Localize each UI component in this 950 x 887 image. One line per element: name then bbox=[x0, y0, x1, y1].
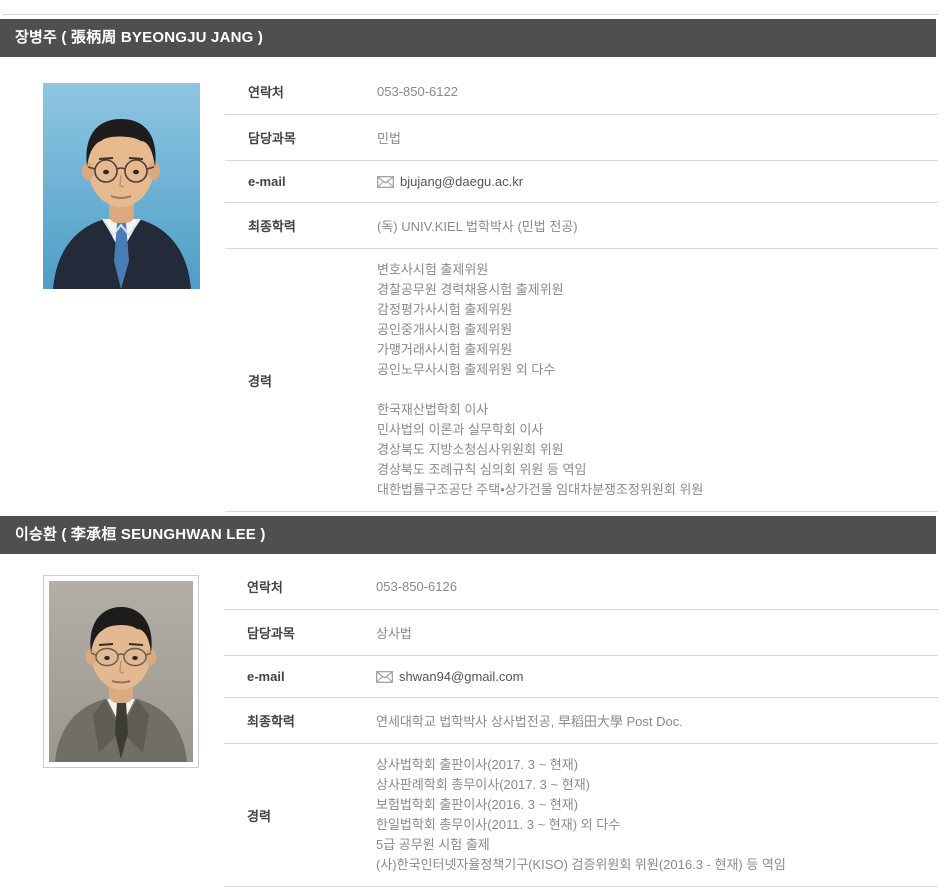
row-email: e-mail bjujang@daegu.ac.kr bbox=[225, 161, 938, 203]
profile-section: 연락처 053-850-6122 담당과목 민법 e-mail bjujang@… bbox=[0, 57, 950, 512]
envelope-icon bbox=[376, 671, 393, 683]
courses-value: 상사법 bbox=[376, 623, 412, 642]
contact-value: 053-850-6122 bbox=[377, 84, 458, 99]
education-value: (독) UNIV.KIEL 법학박사 (민법 전공) bbox=[377, 216, 578, 235]
section-divider bbox=[2, 14, 938, 15]
row-education: 최종학력 연세대학교 법학박사 상사법전공, 早稻田大學 Post Doc. bbox=[224, 698, 938, 744]
education-value: 연세대학교 법학박사 상사법전공, 早稻田大學 Post Doc. bbox=[376, 711, 683, 730]
photo-frame bbox=[43, 575, 199, 768]
education-label: 최종학력 bbox=[247, 711, 376, 730]
row-contact: 연락처 053-850-6122 bbox=[225, 69, 938, 115]
row-contact: 연락처 053-850-6126 bbox=[224, 564, 938, 610]
row-email: e-mail shwan94@gmail.com bbox=[224, 656, 938, 698]
portrait-photo-illustration bbox=[49, 581, 193, 762]
row-courses: 담당과목 상사법 bbox=[224, 610, 938, 656]
contact-label: 연락처 bbox=[248, 82, 377, 101]
career-label: 경력 bbox=[248, 371, 377, 390]
row-courses: 담당과목 민법 bbox=[225, 115, 938, 161]
profile-info-table: 연락처 053-850-6126 담당과목 상사법 e-mail shwan94… bbox=[224, 564, 938, 887]
career-label: 경력 bbox=[247, 806, 376, 825]
email-text: bjujang@daegu.ac.kr bbox=[400, 174, 523, 189]
career-list: 상사법학회 출판이사(2017. 3 ~ 현재) 상사판례학회 총무이사(201… bbox=[376, 755, 786, 875]
row-career: 경력 변호사시험 출제위원 경찰공무원 경력채용시험 출제위원 감정평가사시험 … bbox=[225, 249, 938, 512]
email-link[interactable]: shwan94@gmail.com bbox=[376, 669, 523, 684]
courses-label: 담당과목 bbox=[248, 128, 377, 147]
email-label: e-mail bbox=[247, 669, 376, 684]
row-education: 최종학력 (독) UNIV.KIEL 법학박사 (민법 전공) bbox=[225, 203, 938, 249]
contact-label: 연락처 bbox=[247, 577, 376, 596]
education-label: 최종학력 bbox=[248, 216, 377, 235]
email-text: shwan94@gmail.com bbox=[399, 669, 523, 684]
envelope-icon bbox=[377, 176, 394, 188]
professor-photo bbox=[43, 575, 199, 768]
courses-label: 담당과목 bbox=[247, 623, 376, 642]
email-link[interactable]: bjujang@daegu.ac.kr bbox=[377, 174, 523, 189]
profile-section: 연락처 053-850-6126 담당과목 상사법 e-mail shwan94… bbox=[0, 554, 950, 887]
contact-value: 053-850-6126 bbox=[376, 579, 457, 594]
profile-name-header: 장병주 ( 張柄周 BYEONGJU JANG ) bbox=[0, 19, 936, 57]
career-list: 변호사시험 출제위원 경찰공무원 경력채용시험 출제위원 감정평가사시험 출제위… bbox=[377, 260, 703, 500]
email-label: e-mail bbox=[248, 174, 377, 189]
faculty-profile-page: 장병주 ( 張柄周 BYEONGJU JANG ) bbox=[0, 0, 950, 887]
profile-name-header: 이승환 ( 李承桓 SEUNGHWAN LEE ) bbox=[0, 516, 936, 554]
portrait-photo-illustration bbox=[43, 83, 200, 289]
courses-value: 민법 bbox=[377, 128, 401, 147]
row-career: 경력 상사법학회 출판이사(2017. 3 ~ 현재) 상사판례학회 총무이사(… bbox=[224, 744, 938, 887]
professor-photo bbox=[43, 83, 200, 289]
profile-info-table: 연락처 053-850-6122 담당과목 민법 e-mail bjujang@… bbox=[225, 69, 938, 512]
